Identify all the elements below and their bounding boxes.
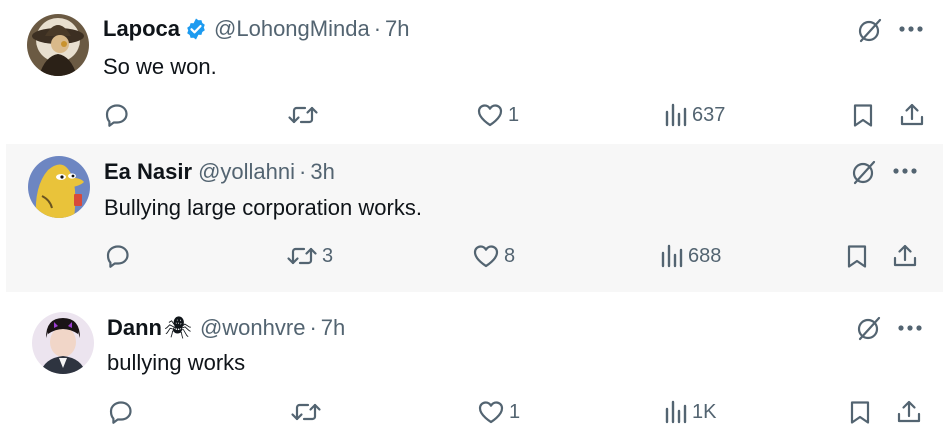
- separator: ·: [373, 16, 382, 41]
- retweet-button[interactable]: 3: [286, 243, 333, 269]
- reply-icon: [105, 104, 128, 127]
- heart-icon: [478, 401, 504, 424]
- bookmark-button[interactable]: [845, 243, 869, 269]
- heart-icon: [473, 245, 499, 268]
- timestamp[interactable]: 7h: [385, 16, 409, 42]
- yellow-fish-avatar-icon: [28, 156, 90, 218]
- views-button[interactable]: 637: [664, 102, 725, 128]
- more-options-icon[interactable]: [898, 24, 924, 34]
- grok-icon[interactable]: [855, 314, 883, 342]
- more-options-icon[interactable]: [897, 323, 923, 333]
- views-icon: [661, 244, 683, 268]
- spider-emoji-icon: 🕷: [164, 315, 192, 340]
- retweet-icon: [291, 403, 321, 421]
- views-button[interactable]: 688: [660, 243, 721, 269]
- more-options-icon[interactable]: [892, 166, 918, 176]
- bookmark-button[interactable]: [848, 399, 872, 425]
- like-count: 8: [504, 244, 516, 267]
- author-handle[interactable]: @LohongMinda: [214, 16, 370, 42]
- grok-icon[interactable]: [850, 158, 878, 186]
- bookmark-icon: [847, 245, 867, 268]
- reply-icon: [109, 401, 132, 424]
- reply-button[interactable]: [105, 243, 135, 269]
- avatar[interactable]: [32, 312, 94, 374]
- view-count: 637: [692, 103, 726, 126]
- tweet-text: Bullying large corporation works.: [104, 195, 422, 220]
- bookmark-icon: [850, 401, 870, 424]
- author-name[interactable]: Dann: [107, 315, 162, 341]
- retweet-button[interactable]: [290, 399, 326, 425]
- timestamp[interactable]: 7h: [321, 315, 345, 341]
- share-button[interactable]: [899, 102, 925, 128]
- tweet-header: Lapoca @LohongMinda · 7h: [103, 16, 410, 42]
- tweet-header: Dann 🕷 @wonhvre · 7h: [107, 315, 345, 341]
- views-icon: [665, 400, 687, 424]
- author-handle[interactable]: @wonhvre: [200, 315, 306, 341]
- like-count: 1: [508, 103, 520, 126]
- like-button[interactable]: 1: [477, 399, 520, 425]
- share-button[interactable]: [896, 399, 922, 425]
- bookmark-icon: [853, 104, 873, 127]
- avatar[interactable]: [28, 156, 90, 218]
- author-name[interactable]: Lapoca: [103, 16, 180, 42]
- tweet[interactable]: Ea Nasir @yollahni · 3h Bullying large c…: [6, 144, 943, 292]
- author-name[interactable]: Ea Nasir: [104, 159, 192, 185]
- share-icon: [893, 244, 917, 267]
- tweet-text: bullying works: [107, 350, 246, 375]
- views-icon: [665, 103, 687, 127]
- reply-button[interactable]: [108, 399, 138, 425]
- share-icon: [897, 400, 921, 423]
- like-button[interactable]: 8: [472, 243, 515, 269]
- timestamp[interactable]: 3h: [310, 159, 334, 185]
- grok-icon[interactable]: [856, 16, 884, 44]
- like-count: 1: [509, 400, 521, 423]
- avatar[interactable]: [27, 14, 89, 76]
- share-button[interactable]: [892, 243, 918, 269]
- person-avatar-icon: [32, 312, 94, 374]
- retweet-count: 3: [322, 244, 334, 267]
- retweet-button[interactable]: [287, 102, 323, 128]
- retweet-icon: [287, 247, 317, 265]
- tweet[interactable]: Dann 🕷 @wonhvre · 7h bullying works 1 1K: [0, 296, 949, 433]
- tweet[interactable]: Lapoca @LohongMinda · 7h So we won. 1 63…: [0, 0, 949, 140]
- view-count: 688: [688, 244, 722, 267]
- separator: ·: [299, 159, 307, 184]
- verified-badge-icon: [184, 17, 208, 41]
- retweet-icon: [288, 106, 318, 124]
- reply-icon: [106, 245, 129, 268]
- share-icon: [900, 103, 924, 126]
- heart-icon: [477, 104, 503, 127]
- tweet-header: Ea Nasir @yollahni · 3h: [104, 159, 335, 185]
- bookmark-button[interactable]: [851, 102, 875, 128]
- view-count: 1K: [692, 400, 717, 423]
- separator: ·: [309, 315, 317, 340]
- like-button[interactable]: 1: [476, 102, 519, 128]
- tweet-text: So we won.: [103, 54, 217, 79]
- hat-figure-avatar-icon: [27, 14, 89, 76]
- author-handle[interactable]: @yollahni: [198, 159, 295, 185]
- views-button[interactable]: 1K: [664, 399, 716, 425]
- reply-button[interactable]: [104, 102, 134, 128]
